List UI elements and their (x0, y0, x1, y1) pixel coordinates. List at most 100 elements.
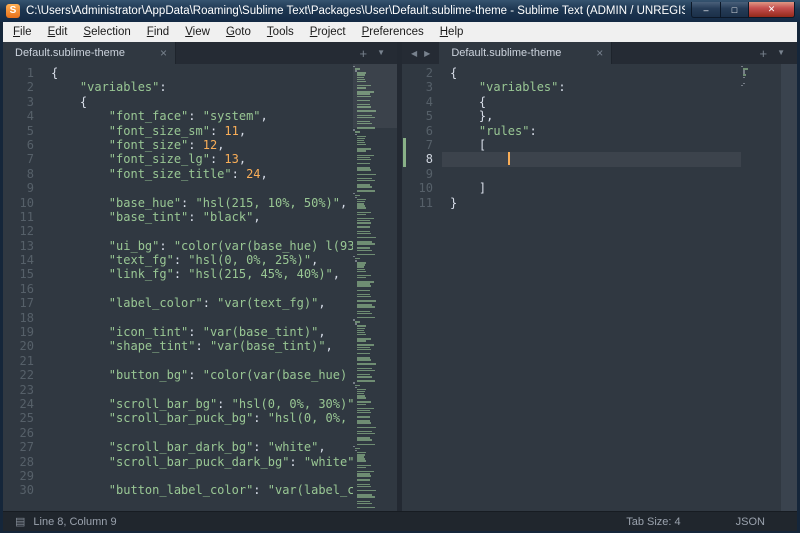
line-number: 3 (3, 95, 43, 109)
tab-default-sublime-theme-left[interactable]: Default.sublime-theme × (3, 42, 176, 64)
new-tab-icon[interactable]: + (759, 47, 767, 60)
line-number: 11 (402, 196, 442, 210)
line-number: 13 (3, 239, 43, 253)
code-line: "base_hue": "hsl(215, 10%, 50%)", (51, 196, 397, 210)
code-lines[interactable]: { "variables": { "font_face": "system", … (43, 64, 397, 511)
line-number: 10 (3, 196, 43, 210)
line-number: 2 (3, 80, 43, 94)
line-number: 8 (402, 152, 442, 166)
line-number: 5 (3, 124, 43, 138)
menu-edit[interactable]: Edit (40, 22, 76, 42)
line-number: 6 (402, 124, 442, 138)
close-button[interactable]: ✕ (748, 2, 795, 18)
sublime-app-icon: S (6, 4, 20, 18)
window-controls: – □ ✕ (691, 2, 795, 18)
status-right: Tab Size: 4 JSON (626, 516, 785, 528)
maximize-icon: □ (732, 5, 737, 15)
menu-preferences[interactable]: Preferences (354, 22, 432, 42)
menu-view[interactable]: View (177, 22, 218, 42)
panel-switcher-icon[interactable]: ▤ (15, 515, 25, 528)
code-line: "base_tint": "black", (51, 210, 397, 224)
line-number: 9 (3, 181, 43, 195)
code-line: { (450, 95, 781, 109)
gutter: 1234567891011121314151617181920212223242… (3, 64, 43, 511)
code-line (51, 383, 397, 397)
minimap[interactable] (353, 64, 397, 511)
code-line: "variables": (51, 80, 397, 94)
line-number: 9 (402, 167, 442, 181)
code-line: "scroll_bar_dark_bg": "white", (51, 440, 397, 454)
minimize-button[interactable]: – (691, 2, 721, 18)
window-title: C:\Users\Administrator\AppData\Roaming\S… (26, 5, 685, 17)
tab-strip-right: ◀ ▶ Default.sublime-theme × + ▼ (402, 42, 797, 64)
minimap-line (741, 85, 781, 86)
menu-file[interactable]: File (5, 22, 40, 42)
editor-pane-right: ◀ ▶ Default.sublime-theme × + ▼ 23456789… (402, 42, 797, 511)
line-number: 29 (3, 469, 43, 483)
line-number: 7 (3, 152, 43, 166)
tab-overflow-icon[interactable]: ▼ (777, 49, 785, 57)
tab-actions-left: + ▼ (359, 42, 397, 64)
editor-split: Default.sublime-theme × + ▼ 123456789101… (3, 42, 797, 511)
code-line: "scroll_bar_bg": "hsl(0, 0%, 30%)", (51, 397, 397, 411)
line-number: 14 (3, 253, 43, 267)
menu-find[interactable]: Find (139, 22, 177, 42)
line-number: 19 (3, 325, 43, 339)
line-number: 11 (3, 210, 43, 224)
code-line (51, 282, 397, 296)
tab-close-icon[interactable]: × (160, 46, 167, 60)
code-line: "text_fg": "hsl(0, 0%, 25%)", (51, 253, 397, 267)
line-number: 22 (3, 368, 43, 382)
sublime-text-window: S C:\Users\Administrator\AppData\Roaming… (0, 0, 800, 533)
editor-left[interactable]: 1234567891011121314151617181920212223242… (3, 64, 397, 511)
tab-size-indicator[interactable]: Tab Size: 4 (626, 516, 680, 528)
minimap-viewport[interactable] (353, 64, 397, 128)
tab-overflow-icon[interactable]: ▼ (377, 49, 385, 57)
menu-project[interactable]: Project (302, 22, 354, 42)
code-line: "shape_tint": "var(base_tint)", (51, 339, 397, 353)
code-line (51, 311, 397, 325)
code-line: } (450, 196, 781, 210)
tab-scroll-right-icon[interactable]: ▶ (424, 49, 430, 58)
code-line: ] (450, 181, 781, 195)
status-bar: ▤ Line 8, Column 9 Tab Size: 4 JSON (3, 511, 797, 531)
code-line: { (51, 95, 397, 109)
menu-help[interactable]: Help (432, 22, 472, 42)
menu-tools[interactable]: Tools (259, 22, 302, 42)
line-number: 15 (3, 267, 43, 281)
menu-selection[interactable]: Selection (75, 22, 138, 42)
tab-title: Default.sublime-theme (15, 47, 125, 59)
line-number: 25 (3, 411, 43, 425)
cursor-position-label: Line 8, Column 9 (33, 516, 116, 528)
status-left: ▤ Line 8, Column 9 (15, 515, 117, 528)
vertical-scrollbar[interactable] (781, 64, 797, 511)
menu-goto[interactable]: Goto (218, 22, 259, 42)
maximize-button[interactable]: □ (721, 2, 748, 18)
line-number: 8 (3, 167, 43, 181)
line-number: 1 (3, 66, 43, 80)
close-icon: ✕ (768, 4, 776, 15)
line-number: 10 (402, 181, 442, 195)
new-tab-icon[interactable]: + (359, 47, 367, 60)
code-line: "link_fg": "hsl(215, 45%, 40%)", (51, 267, 397, 281)
editor-right[interactable]: 234567891011 { "variables": { }, "rules"… (402, 64, 797, 511)
line-number: 4 (402, 95, 442, 109)
line-number: 20 (3, 339, 43, 353)
code-line: "label_color": "var(text_fg)", (51, 296, 397, 310)
code-lines[interactable]: { "variables": { }, "rules": [ ]} (442, 64, 781, 511)
line-number: 18 (3, 311, 43, 325)
line-number: 21 (3, 354, 43, 368)
line-number: 23 (3, 383, 43, 397)
minimap[interactable] (741, 64, 781, 511)
minimap-content (353, 66, 397, 508)
code-line: "variables": (450, 80, 781, 94)
code-line: "ui_bg": "color(var(base_hue) l(93%))", (51, 239, 397, 253)
tab-scroll-left-icon[interactable]: ◀ (411, 49, 417, 58)
syntax-indicator[interactable]: JSON (736, 516, 765, 528)
code-line: "scroll_bar_puck_bg": "hsl(0, 0%, 30%)", (51, 411, 397, 425)
tab-default-sublime-theme-right[interactable]: Default.sublime-theme × (439, 42, 612, 64)
line-number: 6 (3, 138, 43, 152)
tab-close-icon[interactable]: × (596, 46, 603, 60)
line-number: 7 (402, 138, 442, 152)
tab-actions-right: + ▼ (759, 42, 797, 64)
